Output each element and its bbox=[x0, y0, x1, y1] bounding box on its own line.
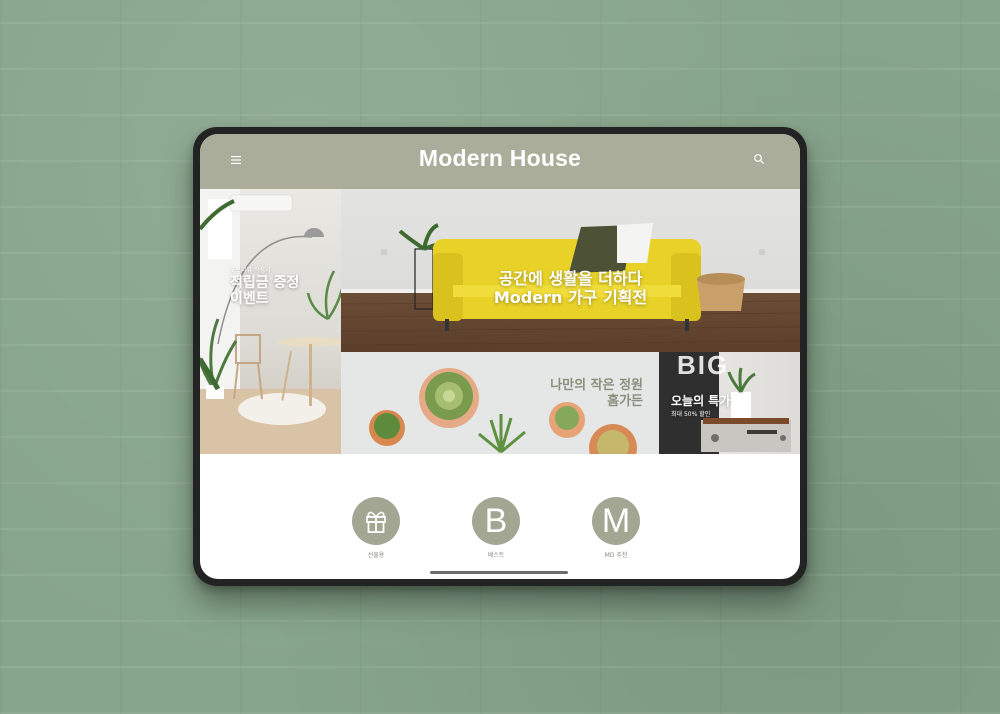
letter-m-icon: M bbox=[592, 497, 640, 545]
tablet-device: Modern House 포트리뷰 작성시 적립금 증정 이벤트 공간에 생활을… bbox=[193, 127, 807, 586]
category-label: MD 추천 bbox=[604, 552, 628, 559]
app-title: Modern House bbox=[418, 145, 582, 171]
banner-subtitle: 최대 50% 할인 bbox=[671, 411, 711, 418]
banner-title-line2: Modern 가구 기획전 bbox=[493, 288, 648, 307]
category-best[interactable]: B 베스트 bbox=[456, 497, 536, 559]
modern-furniture-banner[interactable]: 공간에 생활을 더하다 Modern 가구 기획전 bbox=[341, 189, 800, 352]
banner-title-line2: 이벤트 bbox=[230, 291, 269, 307]
wall-text: BIG bbox=[677, 352, 730, 380]
letter-b-icon: B bbox=[472, 497, 520, 545]
banner-title-line2: 홈가든 bbox=[607, 394, 643, 409]
category-label: 선물용 bbox=[367, 552, 385, 559]
gift-icon bbox=[352, 497, 400, 545]
app-screen: Modern House 포트리뷰 작성시 적립금 증정 이벤트 공간에 생활을… bbox=[200, 134, 800, 579]
interior-room-image bbox=[200, 189, 341, 454]
search-icon[interactable] bbox=[753, 153, 765, 165]
category-gift[interactable]: 선물용 bbox=[336, 497, 416, 559]
category-label: 베스트 bbox=[487, 552, 505, 559]
review-event-banner[interactable]: 포트리뷰 작성시 적립금 증정 이벤트 bbox=[200, 189, 341, 454]
banner-title-line1: 나만의 작은 정원 bbox=[550, 378, 643, 393]
home-indicator[interactable] bbox=[430, 571, 568, 574]
home-garden-banner[interactable]: 나만의 작은 정원 홈가든 bbox=[341, 352, 659, 454]
banner-subtitle: 포트리뷰 작성시 bbox=[230, 267, 271, 274]
category-md-pick[interactable]: M MD 추천 bbox=[576, 497, 656, 559]
banner-title: 오늘의 특가 bbox=[671, 394, 731, 408]
todays-deal-banner[interactable]: BIG 오늘의 특가 최대 50% 할인 bbox=[659, 352, 800, 454]
banner-title-line1: 적립금 증정 bbox=[230, 275, 300, 291]
category-row: 선물용 B 베스트 M MD 추천 bbox=[200, 497, 800, 567]
banner-title-line1: 공간에 생활을 더하다 bbox=[498, 269, 643, 288]
top-bar: Modern House bbox=[200, 134, 800, 189]
